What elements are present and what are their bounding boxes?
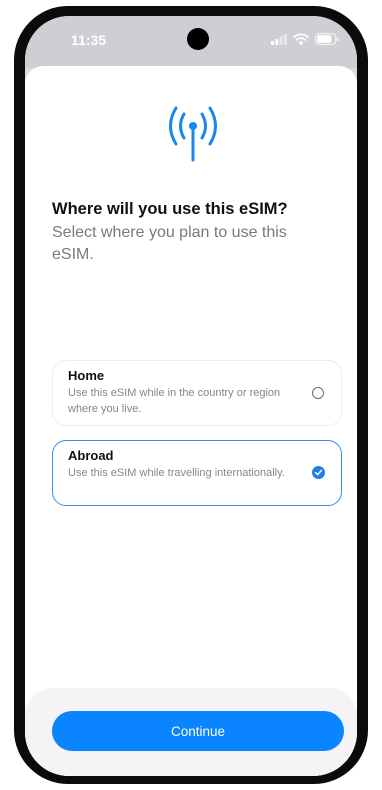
- checkmark-icon: [314, 469, 323, 476]
- option-home-title: Home: [68, 368, 105, 383]
- battery-icon: [315, 33, 339, 45]
- antenna-icon: [161, 104, 225, 164]
- option-abroad-description: Use this eSIM while travelling internati…: [68, 467, 285, 479]
- option-abroad-title: Abroad: [68, 448, 114, 463]
- option-abroad-radio[interactable]: [312, 466, 325, 479]
- wifi-icon: [293, 33, 309, 45]
- status-icons: [271, 33, 339, 45]
- option-home-radio[interactable]: [312, 387, 324, 399]
- phone-screen: 11:35 Where will you use this eSIM? Sele…: [25, 16, 357, 776]
- status-bar: 11:35: [25, 16, 357, 68]
- option-home-description: Use this eSIM while in the country or re…: [68, 387, 281, 415]
- page-title: Where will you use this eSIM?: [52, 200, 288, 218]
- page-subtitle: Select where you plan to use this eSIM.: [52, 224, 287, 263]
- option-abroad[interactable]: Abroad Use this eSIM while travelling in…: [52, 440, 342, 506]
- status-time: 11:35: [71, 32, 107, 48]
- continue-button[interactable]: Continue: [52, 711, 344, 751]
- option-home[interactable]: Home Use this eSIM while in the country …: [52, 360, 342, 426]
- cellular-signal-icon: [271, 33, 287, 45]
- dynamic-island: [187, 28, 209, 50]
